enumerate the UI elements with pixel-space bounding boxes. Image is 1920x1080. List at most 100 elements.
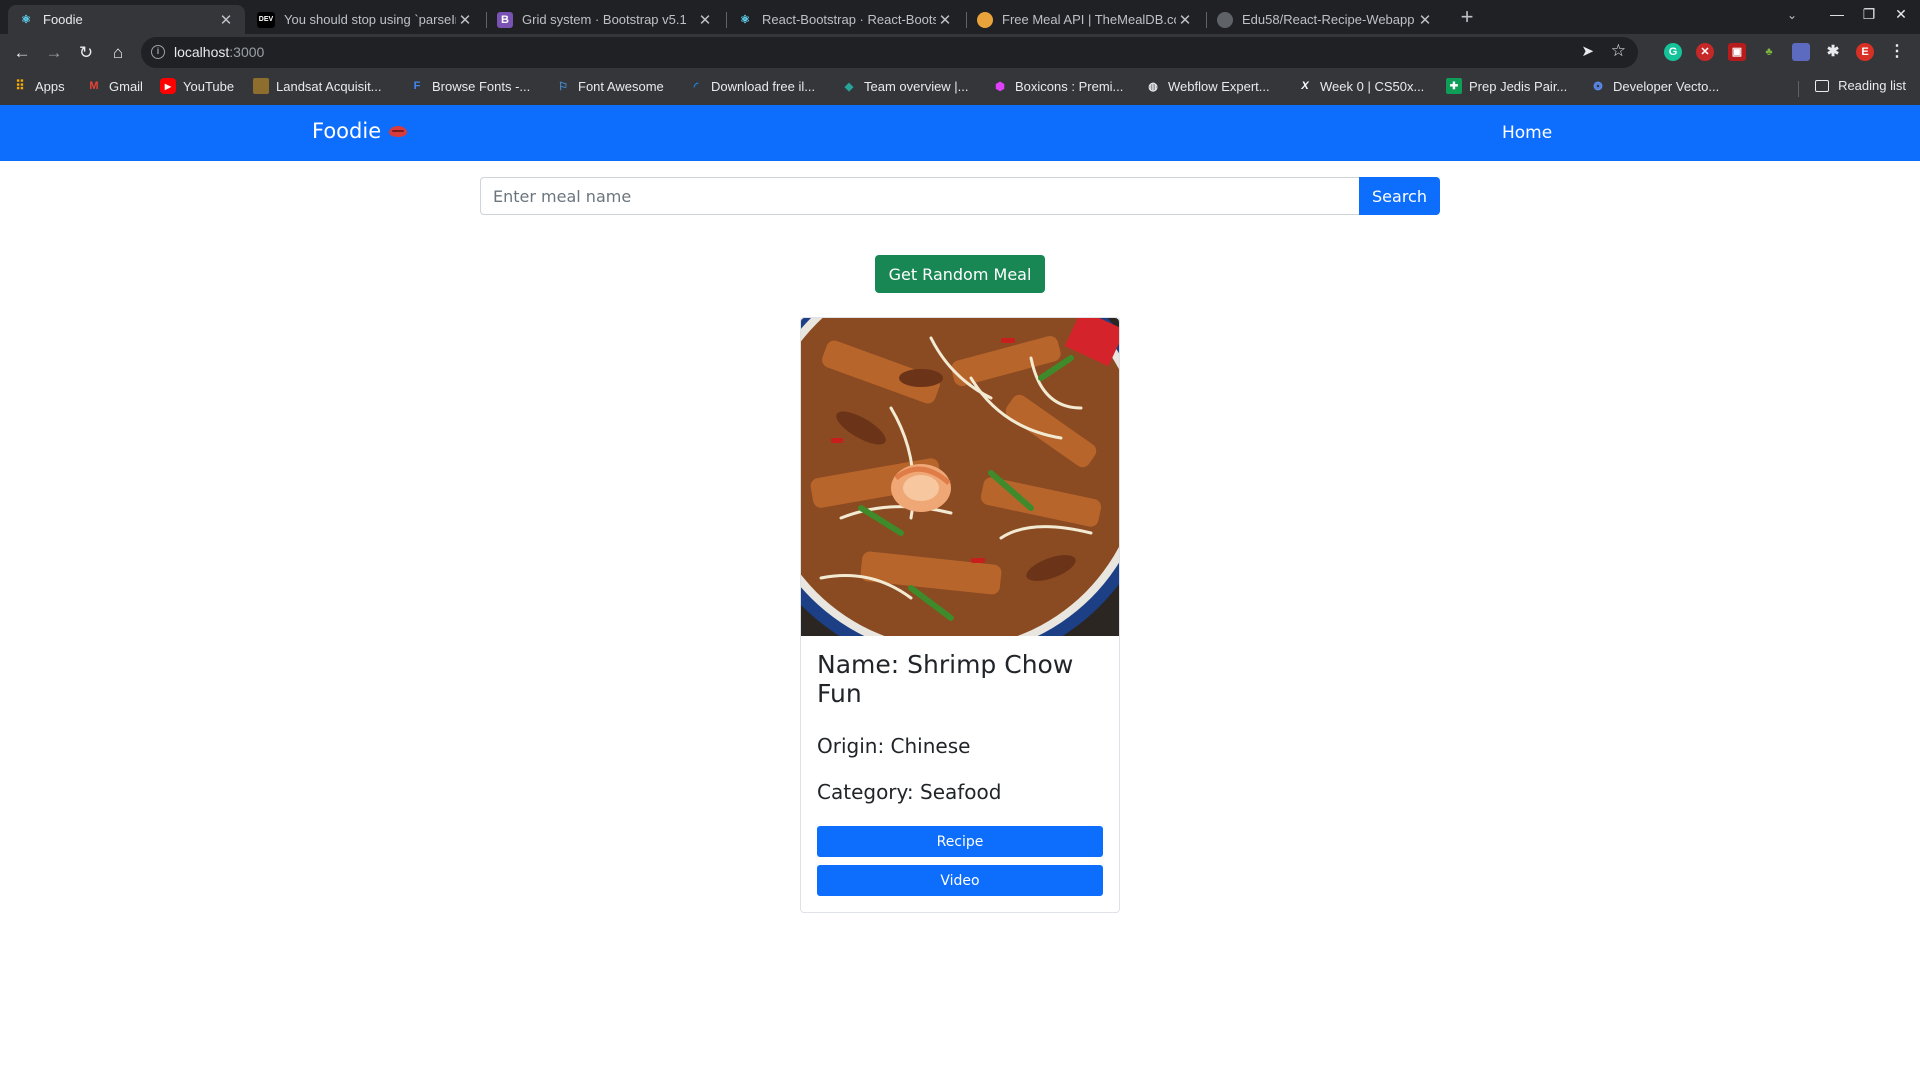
recipe-button[interactable]: Recipe [817,826,1103,857]
tab-react-bootstrap[interactable]: ⚛ React-Bootstrap · React-Bootstrap ✕ [727,5,964,34]
tab-title: Grid system · Bootstrap v5.1 [522,12,687,27]
bookmark-label: Font Awesome [578,78,664,94]
landsat-icon [253,78,269,94]
kebab-menu-icon[interactable]: ⋮ [1888,43,1906,61]
close-tab-icon[interactable]: ✕ [696,11,714,29]
tab-bootstrap[interactable]: B Grid system · Bootstrap v5.1 ✕ [487,5,724,34]
extension-icon[interactable]: ▣ [1728,43,1746,61]
bookmark-label: Prep Jedis Pair... [1469,78,1568,94]
new-tab-icon[interactable]: + [1454,5,1480,31]
home-icon[interactable]: ⌂ [106,41,130,65]
webflow-icon: ◍ [1148,80,1158,93]
video-button[interactable]: Video [817,865,1103,896]
meal-search-input[interactable] [480,177,1359,215]
bookmark-landsat[interactable]: Landsat Acquisit... [253,78,382,94]
bookmark-cs50[interactable]: X Week 0 | CS50x... [1297,78,1424,94]
color-extension-icon[interactable] [1792,43,1810,61]
tab-title: React-Bootstrap · React-Bootstrap [762,12,936,27]
reload-icon[interactable]: ↻ [74,41,98,65]
tab-foodie[interactable]: ⚛ Foodie ✕ [8,5,245,34]
bookmark-label: Boxicons : Premi... [1015,78,1124,94]
blocker-extension-icon[interactable]: ✕ [1696,43,1714,61]
search-form: Search [480,177,1440,215]
address-bar[interactable]: i localhost:3000 ➤ ☆ [141,37,1638,68]
team-icon: ◆ [844,80,854,93]
bookmark-download[interactable]: ◜ Download free il... [688,78,815,94]
dev-icon: DEV [257,11,275,28]
meal-name: Name: Shrimp Chow Fun [817,650,1074,708]
tab-title: You should stop using `parseInt()` [284,12,456,27]
reading-list-button[interactable]: Reading list [1815,78,1906,93]
tab-dev[interactable]: DEV You should stop using `parseInt()` ✕ [247,5,484,34]
meal-card-body: Name: Shrimp Chow Fun Origin: Chinese Ca… [801,636,1119,896]
close-window-icon[interactable]: ✕ [1886,6,1916,23]
puzzle-extensions-icon[interactable]: ✱ [1824,43,1842,61]
youtube-icon: ▶ [160,78,176,94]
app-navbar: Foodie Home [0,105,1920,161]
bookmark-webflow[interactable]: ◍ Webflow Expert... [1145,78,1270,94]
close-tab-icon[interactable]: ✕ [456,11,474,29]
boxicons-icon: ⬢ [995,80,1005,93]
bookmark-label: YouTube [183,78,235,94]
url-port: :3000 [229,44,265,60]
close-tab-icon[interactable]: ✕ [217,11,235,29]
reading-list-icon [1815,79,1830,92]
gmail-icon: M [89,80,99,92]
bookmark-label: Developer Vecto... [1613,78,1720,94]
random-meal-button[interactable]: Get Random Meal [875,255,1045,293]
font-awesome-icon: ⚐ [558,80,568,93]
url-text[interactable]: localhost:3000 [174,44,264,60]
meal-category: Category: Seafood [817,780,1002,804]
search-button[interactable]: Search [1359,177,1440,215]
nav-home-link[interactable]: Home [1502,123,1552,143]
bookmark-label: Browse Fonts -... [432,78,531,94]
tab-title: Foodie [43,12,83,27]
forward-icon[interactable]: → [42,41,66,65]
bookmark-boxicons[interactable]: ⬢ Boxicons : Premi... [992,78,1123,94]
back-icon[interactable]: ← [10,41,34,65]
meal-origin: Origin: Chinese [817,734,971,758]
brand-link[interactable]: Foodie [312,119,408,143]
reading-list-label: Reading list [1838,78,1906,93]
vector-icon: ❂ [1593,80,1603,93]
github-icon [1217,11,1233,28]
restore-icon[interactable]: ❐ [1854,6,1884,23]
site-info-icon[interactable]: i [151,45,165,59]
bookmark-label: Week 0 | CS50x... [1320,78,1425,94]
bookmark-label: Team overview |... [864,78,969,94]
bookmarks-bar: ⠿ Apps M Gmail ▶ YouTube Landsat Acquisi… [0,71,1920,105]
grammarly-icon[interactable]: G [1664,43,1682,61]
tab-search-icon[interactable]: ⌄ [1787,8,1797,22]
close-tab-icon[interactable]: ✕ [1176,11,1194,29]
bookmark-separator [1798,81,1799,97]
meal-card: Name: Shrimp Chow Fun Origin: Chinese Ca… [800,317,1120,913]
profile-avatar[interactable]: E [1856,43,1874,61]
bookmark-font-awesome[interactable]: ⚐ Font Awesome [555,78,664,94]
bookmark-star-icon[interactable]: ☆ [1611,41,1626,61]
bookmark-apps[interactable]: ⠿ Apps [12,78,64,94]
send-icon[interactable]: ➤ [1581,42,1594,60]
meal-image [801,318,1119,636]
minimize-icon[interactable]: — [1822,6,1852,22]
bookmark-youtube[interactable]: ▶ YouTube [160,78,234,94]
close-tab-icon[interactable]: ✕ [936,11,954,29]
bookmark-team[interactable]: ◆ Team overview |... [841,78,969,94]
tab-github[interactable]: Edu58/React-Recipe-Webapp ✕ [1207,5,1444,34]
apps-grid-icon: ⠿ [15,78,25,93]
close-tab-icon[interactable]: ✕ [1416,11,1434,29]
bootstrap-icon: B [497,11,513,28]
bookmark-developer-vector[interactable]: ❂ Developer Vecto... [1590,78,1719,94]
bookmark-gmail[interactable]: M Gmail [86,78,143,94]
bookmark-prep-jedis[interactable]: ✚ Prep Jedis Pair... [1446,78,1567,94]
mealdb-icon [977,11,993,28]
tab-title: Free Meal API | TheMealDB.com [1002,12,1176,27]
react-icon: ⚛ [21,14,31,26]
bookmark-label: Landsat Acquisit... [276,78,382,94]
sheets-icon: ✚ [1446,78,1462,94]
brand-name: Foodie [312,119,382,143]
bookmark-google-fonts[interactable]: F Browse Fonts -... [409,78,531,94]
google-fonts-icon: F [413,80,421,92]
tab-mealdb[interactable]: Free Meal API | TheMealDB.com ✕ [967,5,1204,34]
tree-extension-icon[interactable]: ♣ [1760,43,1778,61]
bookmark-label: Webflow Expert... [1168,78,1270,94]
